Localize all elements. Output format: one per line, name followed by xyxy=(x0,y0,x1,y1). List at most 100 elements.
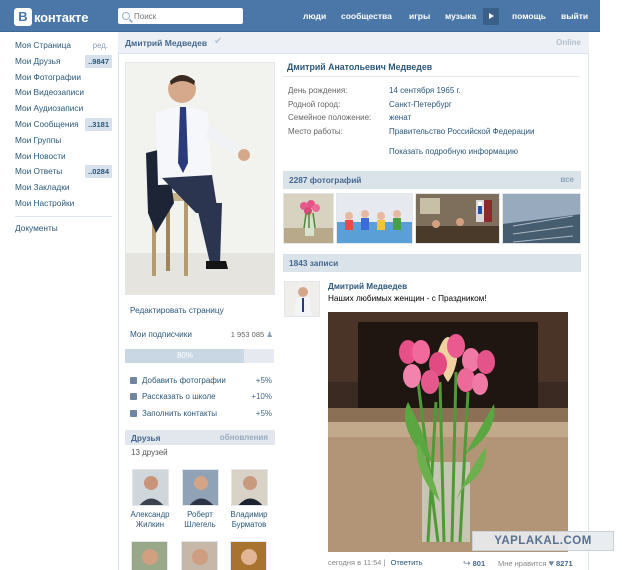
nav-people[interactable]: люди xyxy=(303,11,326,21)
friend-card[interactable]: Роберт Шлегель xyxy=(177,469,223,530)
post-date[interactable]: сегодня в 11:54 xyxy=(328,558,381,567)
info-value[interactable]: Санкт-Петербург xyxy=(389,100,452,109)
sidebar-item-my-page[interactable]: Моя Страница ред. xyxy=(10,38,112,54)
sidebar-item-friends[interactable]: Мои Друзья ..9847 xyxy=(10,54,112,70)
sidebar-item-settings[interactable]: Мои Настройки xyxy=(10,196,112,212)
nav-games[interactable]: игры xyxy=(409,11,430,21)
subscribers-label: Мои подписчики xyxy=(130,330,192,339)
sidebar-item-audio[interactable]: Мои Аудиозаписи xyxy=(10,101,112,117)
search-input[interactable] xyxy=(134,11,234,21)
post-author-name[interactable]: Дмитрий Медведев xyxy=(328,282,407,291)
friend-first-name: Владимир xyxy=(230,510,268,519)
profile-progress-bar: 80% xyxy=(125,349,274,363)
sidebar-item-photos[interactable]: Мои Фотографии xyxy=(10,70,112,86)
play-icon[interactable] xyxy=(483,8,499,25)
search-box[interactable] xyxy=(118,8,243,24)
sidebar-item-groups[interactable]: Мои Группы xyxy=(10,133,112,149)
task-percent: +5% xyxy=(255,376,272,385)
friend-last-name: Жилкин xyxy=(135,520,165,529)
reply-link[interactable]: Ответить xyxy=(391,558,423,567)
photos-header[interactable]: 2287 фотографий все xyxy=(283,171,581,189)
sidebar-item-documents[interactable]: Документы xyxy=(10,221,112,237)
sidebar-item-label: Мои Фотографии xyxy=(15,71,81,82)
sidebar-item-label: Мои Сообщения xyxy=(15,118,79,129)
wall-title: 1843 записи xyxy=(289,258,339,268)
divider xyxy=(283,76,580,77)
friend-last-name: Бурматов xyxy=(231,520,267,529)
share-icon: ↪ xyxy=(463,558,471,568)
friends-header[interactable]: Друзья обновления xyxy=(125,430,275,445)
like-button[interactable]: Мне нравится ♥ 8271 xyxy=(498,558,573,568)
task-school[interactable]: Рассказать о школе +10% xyxy=(130,392,272,405)
camera-icon xyxy=(130,377,137,384)
friends-count: 13 друзей xyxy=(131,448,168,457)
sidebar-item-label: Моя Страница xyxy=(15,40,72,50)
sidebar-item-bookmarks[interactable]: Мои Закладки xyxy=(10,180,112,196)
subscribers-link[interactable]: Мои подписчики 1 953 085 ♟ xyxy=(130,330,273,339)
edit-link[interactable]: ред. xyxy=(93,38,108,54)
nav-help[interactable]: помощь xyxy=(512,11,546,21)
task-percent: +5% xyxy=(255,409,272,418)
wall-header[interactable]: 1843 записи xyxy=(283,254,581,272)
online-status: Online xyxy=(556,38,581,47)
friend-avatar[interactable] xyxy=(230,541,267,570)
photo-thumbnail[interactable] xyxy=(502,193,581,244)
friend-avatar xyxy=(181,469,219,506)
sidebar-item-label: Мои Ответы xyxy=(15,166,63,177)
photo-thumbnail[interactable] xyxy=(283,193,334,244)
sidebar-divider xyxy=(15,215,112,217)
photo-thumbnail[interactable] xyxy=(415,193,500,244)
sidebar-item-label: Мои Новости xyxy=(15,150,66,161)
task-contacts[interactable]: Заполнить контакты +5% xyxy=(130,409,272,422)
vk-logo[interactable]: В контакте xyxy=(14,8,88,26)
info-value[interactable]: женат xyxy=(389,113,411,122)
friends-updates-link[interactable]: обновления xyxy=(220,433,268,442)
info-label: Семейное положение: xyxy=(288,113,372,122)
task-add-photos[interactable]: Добавить фотографии +5% xyxy=(130,376,272,389)
post-author-avatar[interactable] xyxy=(284,281,320,317)
friend-avatar[interactable] xyxy=(131,541,168,570)
sidebar-item-videos[interactable]: Мои Видеозаписи xyxy=(10,85,112,101)
top-bar: В контакте люди сообщества игры музыка п… xyxy=(0,0,600,32)
info-value[interactable]: Правительство Российской Федерации xyxy=(389,127,534,136)
info-value[interactable]: 14 сентября 1965 г. xyxy=(389,86,461,95)
nav-music[interactable]: музыка xyxy=(445,11,476,21)
logo-text: контакте xyxy=(34,9,89,25)
sidebar-item-answers[interactable]: Мои Ответы ..0284 xyxy=(10,164,112,180)
page-header: Дмитрий Медведев ✔ Online xyxy=(118,32,589,54)
count-badge: ..9847 xyxy=(85,54,112,68)
sidebar-item-label: Мои Группы xyxy=(15,134,62,145)
search-icon xyxy=(122,12,130,20)
profile-photo[interactable] xyxy=(125,62,275,295)
logo-icon: В xyxy=(14,8,32,26)
phone-icon xyxy=(130,410,137,417)
info-label: День рождения: xyxy=(288,86,348,95)
edit-page-link[interactable]: Редактировать страницу xyxy=(130,306,224,315)
friend-card[interactable]: Александр Жилкин xyxy=(127,469,173,530)
friend-avatar xyxy=(230,469,268,506)
page-title: Дмитрий Медведев xyxy=(125,38,208,48)
nav-logout[interactable]: выйти xyxy=(561,11,588,21)
post-image[interactable] xyxy=(328,312,568,552)
photo-thumbnail[interactable] xyxy=(336,193,413,244)
friend-avatar[interactable] xyxy=(181,541,218,570)
school-icon xyxy=(130,393,137,400)
photos-title: 2287 фотографий xyxy=(289,175,362,185)
profile-full-name: Дмитрий Анатольевич Медведев xyxy=(287,62,433,72)
sidebar-item-label: Мои Видеозаписи xyxy=(15,87,85,98)
sidebar-item-label: Мои Закладки xyxy=(15,182,70,193)
info-label: Родной город: xyxy=(288,100,341,109)
friend-first-name: Александр xyxy=(130,510,170,519)
photos-all-link[interactable]: все xyxy=(560,175,574,184)
post-meta: сегодня в 11:54 | Ответить xyxy=(328,558,423,567)
sidebar-item-messages[interactable]: Мои Сообщения ..3181 xyxy=(10,117,112,133)
friend-card[interactable]: Владимир Бурматов xyxy=(226,469,272,530)
sidebar-item-news[interactable]: Мои Новости xyxy=(10,149,112,165)
count-badge: ..0284 xyxy=(85,165,112,179)
show-more-info-link[interactable]: Показать подробную информацию xyxy=(389,147,518,156)
nav-communities[interactable]: сообщества xyxy=(341,11,392,21)
friend-avatar xyxy=(131,469,169,506)
share-count[interactable]: ↪ 801 xyxy=(463,558,485,569)
sidebar-item-label: Документы xyxy=(15,222,58,233)
friend-first-name: Роберт xyxy=(187,510,213,519)
